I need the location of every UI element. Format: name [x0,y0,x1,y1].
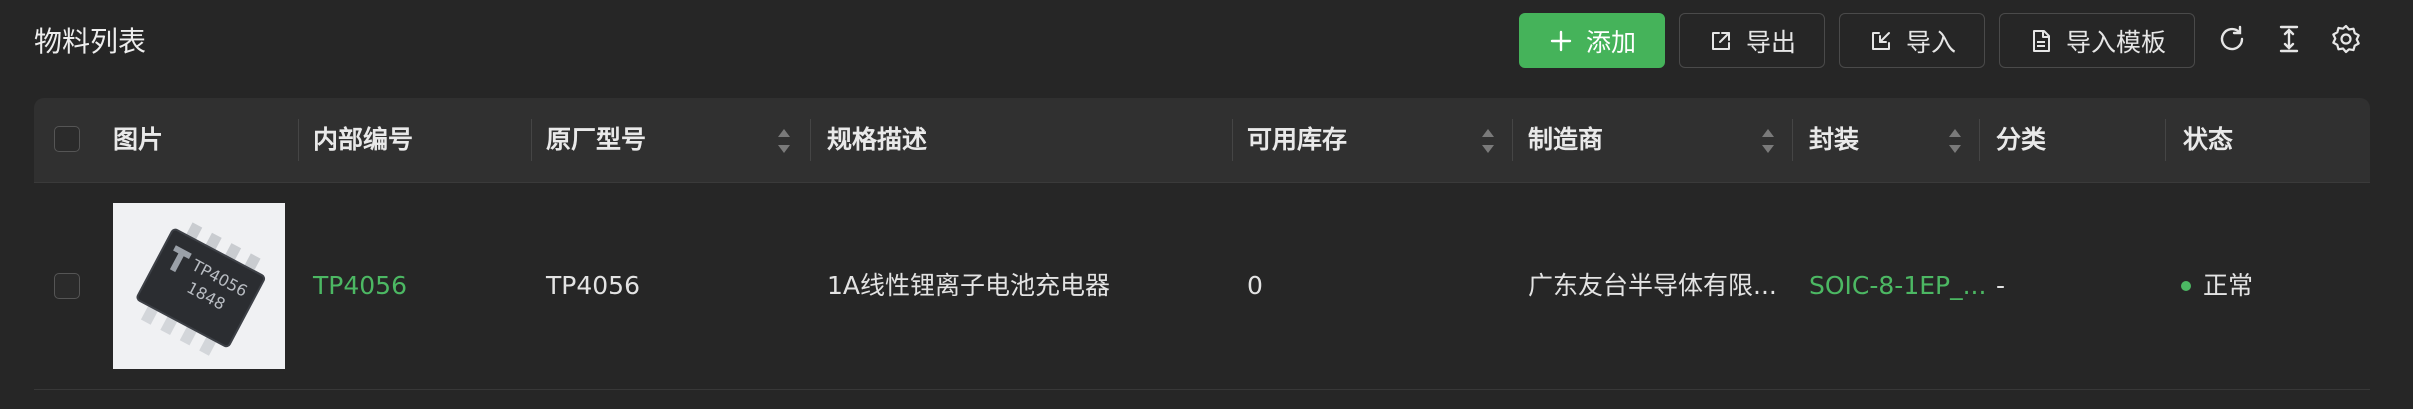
sort-icon[interactable] [776,126,792,156]
toolbar: 物料列表 添加 导出 导入 导入模板 [0,0,2413,82]
column-header-package[interactable]: 封装 [1809,98,1859,182]
column-divider [810,119,811,161]
add-button[interactable]: 添加 [1519,13,1665,68]
spec-cell: 1A线性锂离子电池充电器 [827,271,1111,300]
sort-icon[interactable] [1480,126,1496,156]
column-divider [298,119,299,161]
column-header-spec: 规格描述 [827,125,928,154]
category-cell: - [1996,271,2006,300]
materials-table: 图片 内部编号 原厂型号 规格描述 可用库存 制造商 封装 分类 状态 TP40… [34,98,2370,409]
status-dot [2181,281,2191,291]
column-header-category: 分类 [1996,125,2047,154]
export-button[interactable]: 导出 [1679,13,1825,68]
column-header-manufacturer[interactable]: 制造商 [1528,98,1603,182]
stock-cell: 0 [1247,271,1263,300]
part-image[interactable]: TP4056 1848 [113,203,285,369]
status-text: 正常 [2203,271,2254,300]
sort-icon[interactable] [1760,126,1776,156]
column-divider [1979,119,1980,161]
chip-picture: TP4056 1848 [113,203,285,369]
column-header-status: 状态 [2183,125,2234,154]
column-header-internal-no: 内部编号 [313,125,414,154]
column-divider [1792,119,1793,161]
select-all-checkbox[interactable] [54,126,80,152]
column-height-icon[interactable] [2272,22,2306,56]
import-template-button[interactable]: 导入模板 [1999,13,2195,68]
table-header: 图片 内部编号 原厂型号 规格描述 可用库存 制造商 封装 分类 状态 [34,98,2370,183]
import-template-button-label: 导入模板 [2065,27,2166,57]
table-row[interactable]: TP4056 1848 TP4056 TP4056 1A线性锂离子电池充电器 0… [34,183,2370,390]
column-divider [531,119,532,161]
column-header-image: 图片 [113,125,164,154]
mfr-part-cell: TP4056 [546,271,640,300]
file-icon [2028,28,2054,54]
column-divider [1232,119,1233,161]
export-icon [1708,28,1734,54]
import-button-label: 导入 [1905,27,1956,57]
column-header-mfr-part[interactable]: 原厂型号 [546,98,646,182]
row-checkbox[interactable] [54,273,80,299]
manufacturer-cell: 广东友台半导体有限... [1528,271,1777,300]
internal-no-link[interactable]: TP4056 [313,183,407,389]
column-divider [1512,119,1513,161]
package-link[interactable]: SOIC-8-1EP_... [1809,183,1986,389]
import-button[interactable]: 导入 [1839,13,1985,68]
plus-icon [1548,28,1574,54]
export-button-label: 导出 [1745,27,1796,57]
page-title: 物料列表 [34,25,147,58]
column-divider [2165,119,2166,161]
add-button-label: 添加 [1585,27,1636,57]
settings-icon[interactable] [2329,22,2363,56]
import-icon [1868,28,1894,54]
column-header-stock[interactable]: 可用库存 [1247,98,1347,182]
sort-icon[interactable] [1947,126,1963,156]
refresh-icon[interactable] [2215,22,2249,56]
